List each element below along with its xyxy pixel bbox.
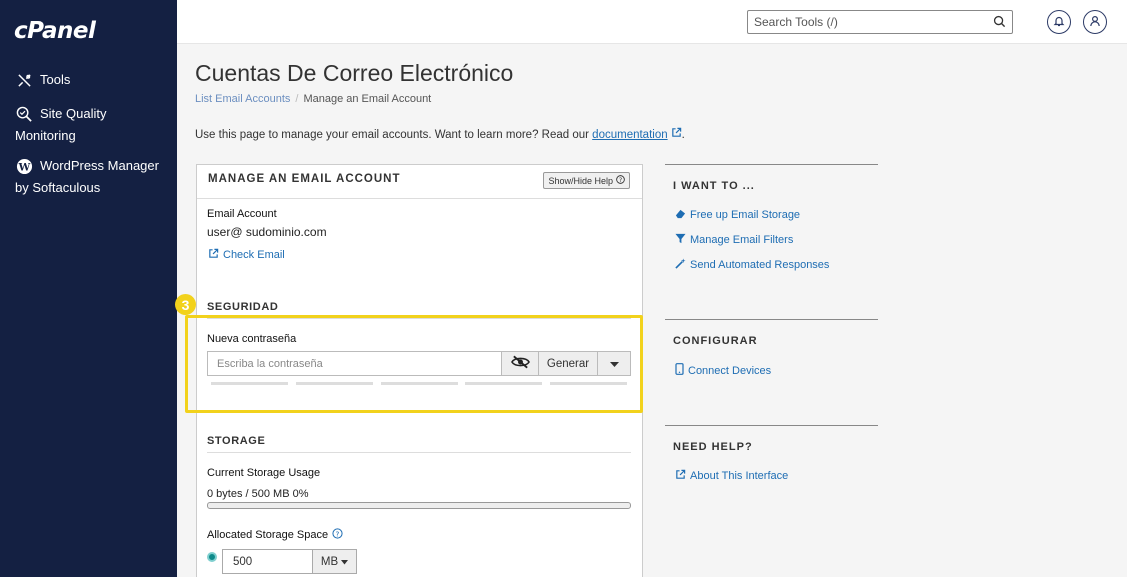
allocated-storage-label: Allocated Storage Space ? xyxy=(207,528,343,542)
divider xyxy=(207,452,631,453)
panel-header: MANAGE AN EMAIL ACCOUNT Show/Hide Help ? xyxy=(197,165,642,199)
link-label: About This Interface xyxy=(690,470,789,482)
tools-icon xyxy=(15,71,33,89)
sidebar-item-label: Site Quality xyxy=(40,103,106,125)
svg-text:W: W xyxy=(17,161,30,173)
email-account-value: user@ sudominio.com xyxy=(207,225,327,239)
link-label: Send Automated Responses xyxy=(690,259,830,271)
external-link-icon xyxy=(208,248,219,262)
send-automated-responses-link[interactable]: Send Automated Responses xyxy=(675,258,829,272)
search-icon[interactable] xyxy=(993,15,1006,31)
caret-down-icon xyxy=(341,556,349,568)
wordpress-icon: W xyxy=(15,157,33,175)
intro-end: . xyxy=(681,129,685,141)
eraser-icon xyxy=(675,208,686,222)
help-button-label: Show/Hide Help xyxy=(548,175,613,186)
storage-usage-label: Current Storage Usage xyxy=(207,467,321,479)
external-link-icon xyxy=(675,469,686,483)
sidebar-item-wordpress[interactable]: W WordPress Manager xyxy=(15,155,175,177)
intro-text: Use this page to manage your email accou… xyxy=(195,127,685,141)
check-email-link[interactable]: Check Email xyxy=(208,248,285,262)
free-up-storage-link[interactable]: Free up Email Storage xyxy=(675,208,800,222)
svg-text:?: ? xyxy=(336,529,340,538)
svg-text:?: ? xyxy=(619,177,622,184)
breadcrumb: List Email Accounts / Manage an Email Acco… xyxy=(195,93,431,105)
check-email-label: Check Email xyxy=(223,249,285,261)
link-label: Manage Email Filters xyxy=(690,234,794,246)
sidebar-item-tools[interactable]: Tools xyxy=(15,69,70,91)
email-account-label: Email Account xyxy=(207,208,277,220)
manage-email-filters-link[interactable]: Manage Email Filters xyxy=(675,233,793,247)
divider xyxy=(665,425,878,426)
label-line: Site Quality xyxy=(40,106,107,121)
top-bar xyxy=(177,0,1127,44)
intro-sentence: Use this page to manage your email accou… xyxy=(195,129,593,141)
mobile-icon xyxy=(675,363,684,378)
cpanel-logo[interactable]: cPanel xyxy=(14,18,96,44)
allocated-storage-radio[interactable] xyxy=(207,552,217,562)
breadcrumb-link-list-email-accounts[interactable]: List Email Accounts xyxy=(195,93,290,105)
help-circle-icon[interactable]: ? xyxy=(332,528,343,542)
storage-section-title: STORAGE xyxy=(207,435,266,447)
page-title: Cuentas De Correo Electrónico xyxy=(195,60,514,86)
step-badge: 3 xyxy=(175,294,196,315)
configurar-title: CONFIGURAR xyxy=(673,335,758,347)
connect-devices-link[interactable]: Connect Devices xyxy=(675,363,771,378)
user-icon xyxy=(1089,15,1101,30)
panel-title: MANAGE AN EMAIL ACCOUNT xyxy=(208,173,401,185)
external-link-icon xyxy=(671,127,682,141)
sidebar-item-site-quality[interactable]: Site Quality xyxy=(15,103,165,125)
divider xyxy=(665,164,878,165)
breadcrumb-current: Manage an Email Account xyxy=(303,93,432,105)
storage-usage-value: 0 bytes / 500 MB 0% xyxy=(207,488,309,500)
documentation-link[interactable]: documentation xyxy=(592,129,667,141)
link-label: Free up Email Storage xyxy=(690,209,801,221)
sidebar-item-label: WordPress Manager xyxy=(40,158,159,173)
need-help-title: NEED HELP? xyxy=(673,441,753,453)
allocated-storage-input[interactable] xyxy=(222,549,313,574)
question-icon: ? xyxy=(616,175,625,186)
sidebar: cPanel Tools Site Quality Monitoring W W… xyxy=(0,0,177,577)
i-want-to-title: I WANT TO ... xyxy=(673,180,755,192)
magic-wand-icon xyxy=(675,258,686,272)
show-hide-help-button[interactable]: Show/Hide Help ? xyxy=(543,172,630,189)
search-input[interactable] xyxy=(748,11,984,33)
divider xyxy=(665,319,878,320)
bell-icon xyxy=(1053,15,1065,30)
user-menu-button[interactable] xyxy=(1083,10,1107,34)
magnifier-check-icon xyxy=(15,105,33,123)
link-label: Connect Devices xyxy=(688,364,772,377)
storage-usage-bar xyxy=(207,502,631,509)
allocated-storage-text: Allocated Storage Space xyxy=(207,529,329,541)
sidebar-item-label-line2[interactable]: Monitoring xyxy=(15,125,76,147)
storage-unit-label: MB xyxy=(320,555,339,568)
about-this-interface-link[interactable]: About This Interface xyxy=(675,469,788,483)
highlight-box xyxy=(185,315,643,413)
storage-unit-dropdown[interactable]: MB xyxy=(312,549,357,574)
sidebar-item-label-line2[interactable]: by Softaculous xyxy=(15,177,100,199)
breadcrumb-separator: / xyxy=(295,93,299,105)
sidebar-item-label: Tools xyxy=(40,72,71,87)
filter-icon xyxy=(675,233,686,247)
security-section-title: SEGURIDAD xyxy=(207,301,279,313)
notifications-button[interactable] xyxy=(1047,10,1071,34)
search-box xyxy=(747,10,1013,34)
